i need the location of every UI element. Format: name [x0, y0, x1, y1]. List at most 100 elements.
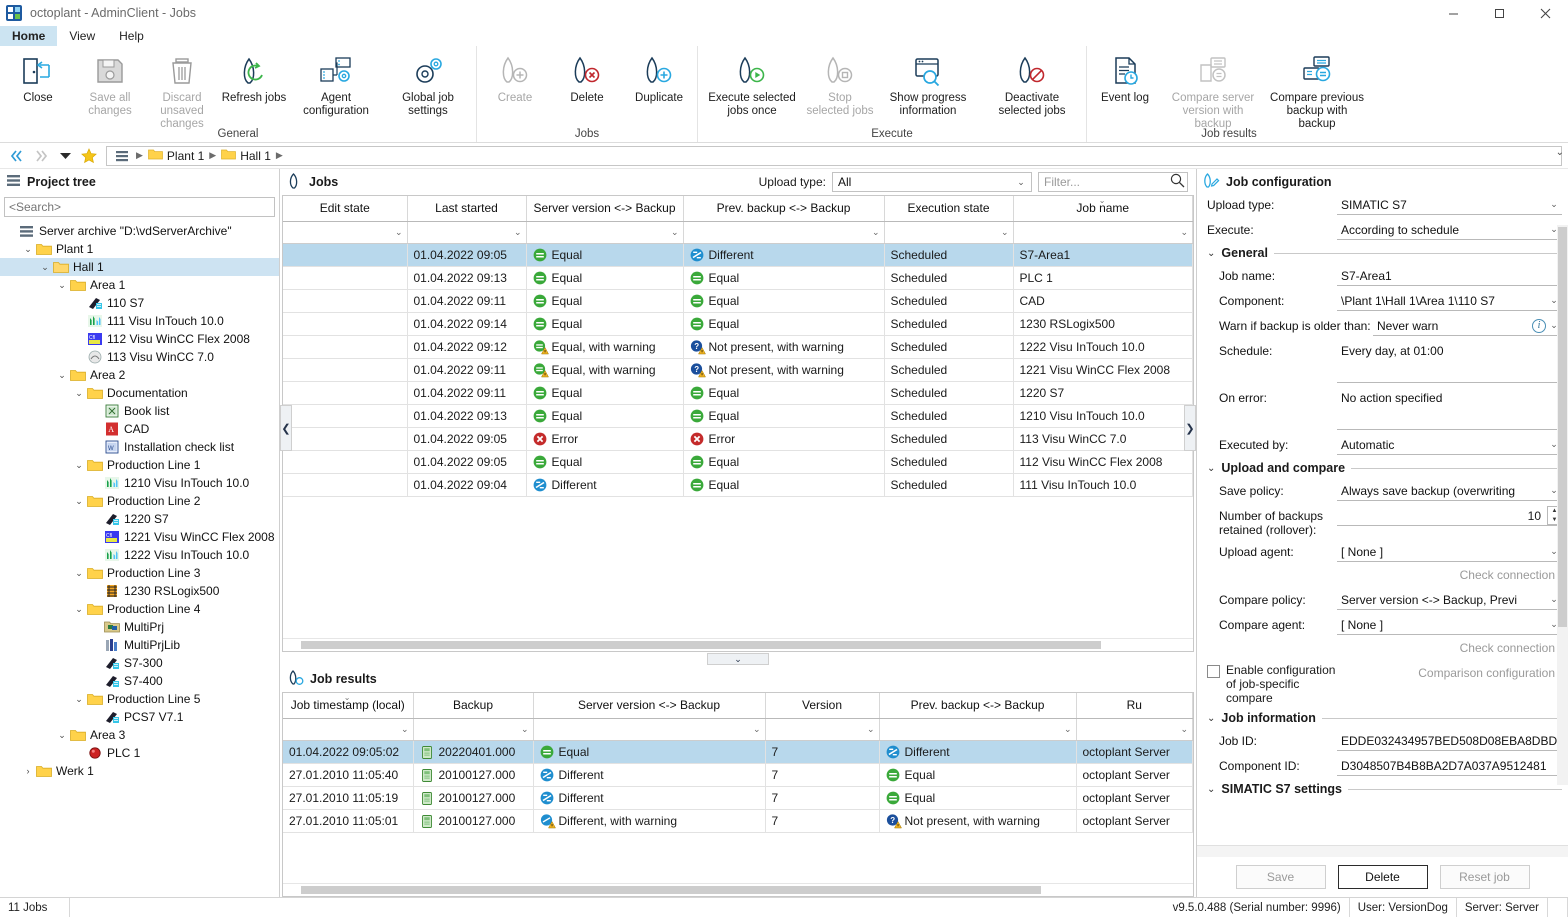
- discard-unsaved-changes-button[interactable]: Discard unsaved changes: [146, 49, 218, 131]
- column-filter-cell[interactable]: ⌄: [526, 221, 684, 244]
- splitter-collapse-icon[interactable]: ⌄: [707, 653, 769, 665]
- cfg-schedule-value[interactable]: Every day, at 01:00: [1337, 341, 1562, 383]
- column-header[interactable]: Execution state: [884, 196, 1014, 222]
- show-progress-information-button[interactable]: Show progress information: [876, 49, 980, 118]
- tree-node[interactable]: 1210 Visu InTouch 10.0: [0, 474, 279, 492]
- execute-selected-jobs-once-button[interactable]: Execute selected jobs once: [700, 49, 804, 118]
- table-row[interactable]: 01.04.2022 09:11 Equal Equal Scheduled 1220 …: [283, 381, 1193, 405]
- table-row[interactable]: 01.04.2022 09:05 Error Error Scheduled 113 V…: [283, 427, 1193, 451]
- tree-node[interactable]: ⌄ Production Line 4: [0, 600, 279, 618]
- maximize-icon[interactable]: [1476, 0, 1522, 26]
- tree-node[interactable]: ⌄ Hall 1: [0, 258, 279, 276]
- tree-node[interactable]: S7-400: [0, 672, 279, 690]
- delete-job-button[interactable]: Delete: [551, 49, 623, 105]
- panel-splitter[interactable]: ⌄: [280, 652, 1196, 666]
- chevron-down-icon[interactable]: ⌄: [72, 694, 86, 705]
- column-filter-cell[interactable]: ⌄: [1076, 718, 1193, 741]
- table-row[interactable]: 01.04.2022 09:05 Equal Different Scheduled S…: [283, 243, 1193, 267]
- delete-button[interactable]: Delete: [1337, 865, 1428, 889]
- column-header[interactable]: Backup: [413, 693, 534, 719]
- create-job-button[interactable]: Create: [479, 49, 551, 105]
- table-row[interactable]: 01.04.2022 09:11 Equal, with warning? Not …: [283, 358, 1193, 382]
- column-header[interactable]: Version: [765, 693, 880, 719]
- save-button[interactable]: Save: [1235, 865, 1326, 889]
- table-row[interactable]: 27.01.2010 11:05:40 20100127.000 Different…: [283, 763, 1193, 787]
- cfg-section-general[interactable]: ⌄ General: [1207, 246, 1562, 260]
- history-dropdown-icon[interactable]: [54, 146, 76, 166]
- jobs-filter-input[interactable]: Filter...: [1038, 172, 1188, 192]
- collapse-left-panel-handle[interactable]: ❮: [280, 405, 292, 451]
- column-header[interactable]: ⌄ Job name: [1013, 196, 1193, 222]
- column-header[interactable]: Last started: [407, 196, 527, 222]
- cfg-rollover-stepper[interactable]: 10 ▲ ▼: [1337, 506, 1562, 526]
- chevron-down-icon[interactable]: ⌄: [1207, 248, 1215, 259]
- refresh-jobs-button[interactable]: Refresh jobs: [218, 49, 290, 105]
- column-header[interactable]: Edit state: [283, 196, 408, 222]
- duplicate-job-button[interactable]: Duplicate: [623, 49, 695, 105]
- chevron-down-icon[interactable]: ⌄: [55, 370, 69, 381]
- menu-help[interactable]: Help: [107, 26, 156, 46]
- config-vertical-scrollbar[interactable]: [1557, 225, 1568, 785]
- tree-node[interactable]: ⌄ Production Line 5: [0, 690, 279, 708]
- column-header[interactable]: ⌄ Job timestamp (local): [283, 693, 414, 719]
- table-row[interactable]: 27.01.2010 11:05:19 20100127.000 Different…: [283, 786, 1193, 810]
- chevron-down-icon[interactable]: ⌄: [38, 262, 52, 273]
- tree-node[interactable]: 1230 RSLogix500: [0, 582, 279, 600]
- tree-node[interactable]: ⌄ Area 3: [0, 726, 279, 744]
- table-row[interactable]: 01.04.2022 09:11 Equal Equal Scheduled CAD: [283, 289, 1193, 313]
- jobs-table[interactable]: Edit state Last started Server version <->…: [283, 196, 1193, 497]
- column-filter-cell[interactable]: ⌄: [407, 221, 527, 244]
- cfg-compare-agent-select[interactable]: [ None ] ⌄: [1337, 615, 1562, 635]
- tree-node[interactable]: PLC 1: [0, 744, 279, 762]
- agent-configuration-button[interactable]: Agent configuration: [290, 49, 382, 118]
- check-connection-compare-button[interactable]: Check connection: [1452, 638, 1562, 658]
- check-connection-upload-button[interactable]: Check connection: [1452, 565, 1562, 585]
- cfg-upload-type-select[interactable]: SIMATIC S7 ⌄: [1337, 195, 1562, 215]
- job-configuration-body[interactable]: Upload type: SIMATIC S7 ⌄ Execute: Accor…: [1197, 195, 1568, 845]
- cfg-component-select[interactable]: \Plant 1\Hall 1\Area 1\110 S7 ⌄: [1337, 291, 1562, 311]
- tree-node[interactable]: Book list: [0, 402, 279, 420]
- save-all-changes-button[interactable]: Save all changes: [74, 49, 146, 118]
- tree-node[interactable]: ⌄ Area 2: [0, 366, 279, 384]
- tree-node[interactable]: MultiPrjLib: [0, 636, 279, 654]
- table-row[interactable]: 27.01.2010 11:05:01 20100127.000 Different…: [283, 809, 1193, 833]
- upload-type-select[interactable]: All ⌄: [832, 172, 1032, 192]
- column-filter-cell[interactable]: ⌄: [879, 718, 1077, 741]
- tree-node[interactable]: PCS7 V7.1: [0, 708, 279, 726]
- table-row[interactable]: 01.04.2022 09:14 Equal Equal Scheduled 1230 …: [283, 312, 1193, 336]
- column-header[interactable]: Server version <-> Backup: [526, 196, 684, 222]
- chevron-down-icon[interactable]: ⌄: [72, 496, 86, 507]
- table-row[interactable]: 01.04.2022 09:05:02 20220401.000 Equal 7 Dif…: [283, 740, 1193, 764]
- column-filter-cell[interactable]: ⌄: [765, 718, 880, 741]
- chevron-down-icon[interactable]: ⌄: [55, 730, 69, 741]
- menu-view[interactable]: View: [57, 26, 107, 46]
- table-row[interactable]: 01.04.2022 09:12 Equal, with warning? Not …: [283, 335, 1193, 359]
- tree-node[interactable]: ⌄ Documentation: [0, 384, 279, 402]
- compare-previous-backup-with-backup-button[interactable]: Compare previous backup with backup: [1265, 49, 1369, 131]
- chevron-down-icon[interactable]: ⌄: [1207, 784, 1215, 795]
- tree-node[interactable]: 1222 Visu InTouch 10.0: [0, 546, 279, 564]
- cfg-section-job-information[interactable]: ⌄ Job information: [1207, 711, 1562, 725]
- forward-icon[interactable]: [30, 146, 52, 166]
- column-filter-cell[interactable]: ⌄: [283, 718, 414, 741]
- tree-node[interactable]: MultiPrj: [0, 618, 279, 636]
- tree-node[interactable]: 1220 S7: [0, 510, 279, 528]
- back-icon[interactable]: [6, 146, 28, 166]
- tree-node[interactable]: S7-300: [0, 654, 279, 672]
- collapse-right-panel-handle[interactable]: ❯: [1184, 405, 1196, 451]
- table-row[interactable]: 01.04.2022 09:04 Different Equal Scheduled 1…: [283, 473, 1193, 497]
- chevron-down-icon[interactable]: ⌄: [72, 460, 86, 471]
- tree-node[interactable]: ⌄ Plant 1: [0, 240, 279, 258]
- table-row[interactable]: 01.04.2022 09:05 Equal Equal Scheduled 112 V…: [283, 450, 1193, 474]
- config-horizontal-scrollbar[interactable]: [1197, 845, 1568, 857]
- enable-job-specific-compare-checkbox[interactable]: [1207, 665, 1220, 678]
- tree-node[interactable]: › Werk 1: [0, 762, 279, 780]
- compare-server-version-with-backup-button[interactable]: Compare server version with backup: [1161, 49, 1265, 131]
- breadcrumb-item-plant-1[interactable]: Plant 1: [146, 148, 206, 163]
- chevron-down-icon[interactable]: ⌄: [72, 568, 86, 579]
- tree-node[interactable]: Cfl 112 Visu WinCC Flex 2008: [0, 330, 279, 348]
- tree-node[interactable]: Server archive "D:\vdServerArchive": [0, 222, 279, 240]
- ribbon-collapse-icon[interactable]: ⌄: [1556, 147, 1564, 158]
- cfg-job-id-value[interactable]: EDDE032434957BED508D08EBA8DBD: [1337, 731, 1562, 751]
- cfg-execute-select[interactable]: According to schedule ⌄: [1337, 220, 1562, 240]
